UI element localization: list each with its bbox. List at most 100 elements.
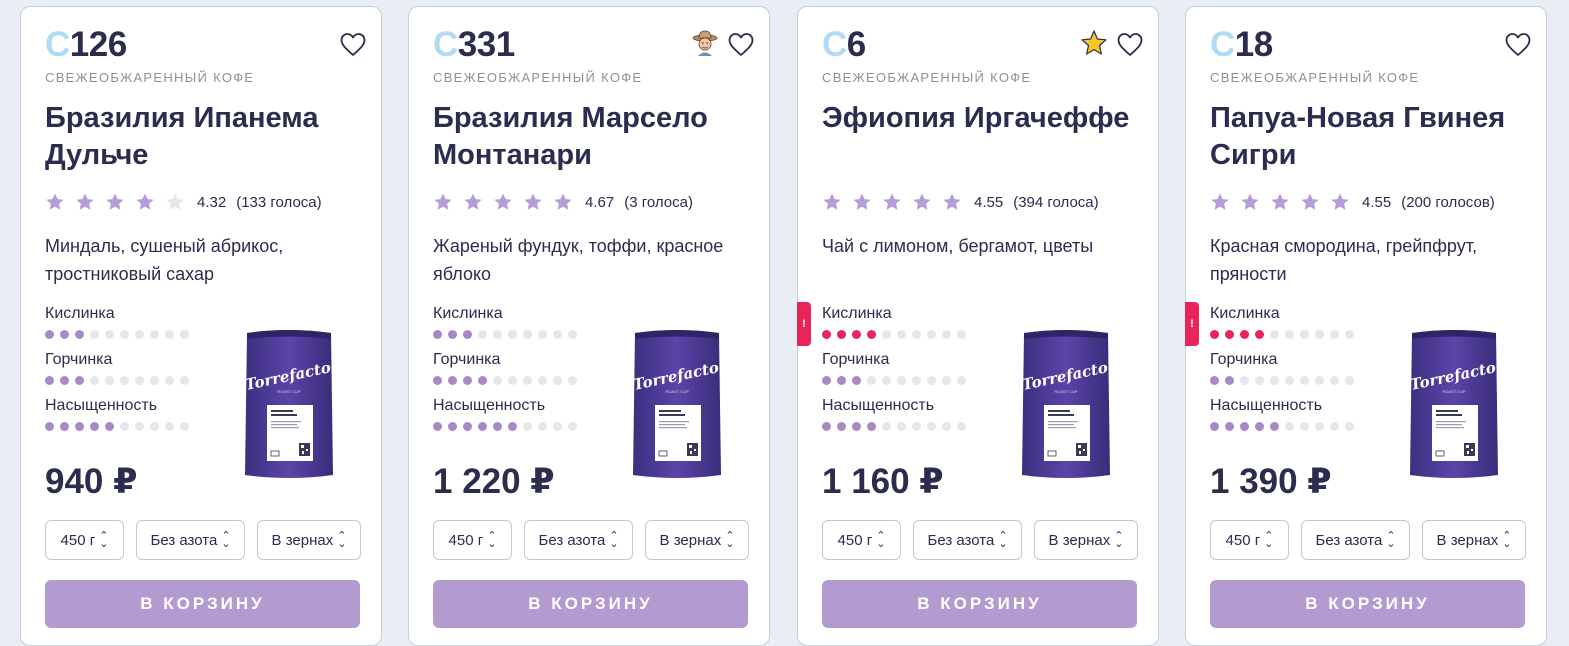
- level-dot: [538, 376, 547, 385]
- rating-votes: (133 голоса): [236, 193, 322, 211]
- add-to-cart-button[interactable]: В КОРЗИНУ: [45, 580, 360, 628]
- taste-profile: Кислинка Горчинка Насыщенность: [433, 304, 613, 442]
- grind-select[interactable]: В зернах ⌃ ⌄: [1422, 520, 1526, 560]
- level-dot: [105, 330, 114, 339]
- product-title[interactable]: Бразилия Ипанема Дульче: [45, 100, 355, 174]
- level-dot: [493, 330, 502, 339]
- heart-icon[interactable]: [1504, 31, 1532, 59]
- product-category: СВЕЖЕОБЖАРЕННЫЙ КОФЕ: [822, 70, 1032, 85]
- product-card[interactable]: С331 СВЕЖЕОБЖАРЕННЫЙ КОФЕ Бразилия Марсе…: [408, 6, 770, 646]
- nitro-select[interactable]: Без азота ⌃ ⌄: [913, 520, 1022, 560]
- product-card[interactable]: С126 СВЕЖЕОБЖАРЕННЫЙ КОФЕ Бразилия Ипане…: [20, 6, 382, 646]
- level-dot: [45, 330, 54, 339]
- chevron-updown-icon: ⌃ ⌄: [876, 530, 886, 550]
- param-label: Насыщенность: [1210, 397, 1323, 414]
- rating-votes: (394 голоса): [1013, 193, 1099, 211]
- level-dot: [1240, 330, 1249, 339]
- product-image[interactable]: Torrefacto ROAST CUP: [1406, 325, 1502, 483]
- level-dot: [463, 330, 472, 339]
- level-dot: [568, 422, 577, 431]
- acidity-warning-icon[interactable]: !: [1185, 302, 1199, 346]
- product-title[interactable]: Эфиопия Иргачеффе: [822, 100, 1132, 137]
- level-dot: [523, 422, 532, 431]
- chevron-updown-icon: ⌃ ⌄: [1264, 530, 1274, 550]
- chevron-updown-icon: ⌃ ⌄: [998, 530, 1008, 550]
- rating-value: 4.67: [585, 193, 615, 211]
- add-to-cart-button[interactable]: В КОРЗИНУ: [822, 580, 1137, 628]
- rating-star-icon: [823, 193, 841, 210]
- param-label: Кислинка: [45, 305, 115, 322]
- product-card[interactable]: С6 СВЕЖЕОБЖАРЕННЫЙ КОФЕ Эфиопия Иргачефф…: [797, 6, 1159, 646]
- weight-select[interactable]: 450 г ⌃ ⌄: [45, 520, 124, 560]
- level-dot: [120, 376, 129, 385]
- rating-star-icon: [434, 193, 452, 210]
- product-image[interactable]: Torrefacto ROAST CUP: [241, 325, 337, 483]
- level-dot: [165, 376, 174, 385]
- rating-votes: (200 голосов): [1401, 193, 1495, 211]
- level-dot: [553, 376, 562, 385]
- flavor-description: Жареный фундук, тоффи, красное яблоко: [433, 236, 724, 284]
- rating-star-icon: [464, 193, 482, 210]
- level-dot: [1300, 376, 1309, 385]
- coffee-bag-image: Torrefacto ROAST CUP: [1409, 330, 1498, 478]
- param-label: Кислинка: [822, 305, 892, 322]
- svg-text:ROAST CUP: ROAST CUP: [277, 389, 301, 394]
- rating: 4.55 (200 голосов): [1210, 192, 1495, 212]
- param-1: Горчинка: [822, 350, 1002, 396]
- param-2: Насыщенность: [822, 396, 1002, 442]
- level-dot: [1330, 330, 1339, 339]
- add-to-cart-button[interactable]: В КОРЗИНУ: [1210, 580, 1525, 628]
- chevron-updown-icon: ⌃ ⌄: [337, 530, 347, 550]
- level-dot: [1270, 330, 1279, 339]
- level-dot: [852, 330, 861, 339]
- param-label: Горчинка: [822, 351, 890, 368]
- level-dot: [180, 330, 189, 339]
- price: 1 220 ₽: [433, 462, 555, 501]
- nitro-select[interactable]: Без азота ⌃ ⌄: [136, 520, 245, 560]
- level-dot: [1315, 376, 1324, 385]
- product-title[interactable]: Бразилия Марсело Монтанари: [433, 100, 743, 174]
- level-dot: [523, 376, 532, 385]
- level-dot: [1315, 422, 1324, 431]
- heart-icon[interactable]: [339, 31, 367, 59]
- param-label: Кислинка: [1210, 305, 1280, 322]
- param-0: Кислинка: [1210, 304, 1390, 350]
- product-image[interactable]: Torrefacto ROAST CUP: [1018, 325, 1114, 483]
- level-dot: [433, 422, 442, 431]
- level-dot: [135, 330, 144, 339]
- weight-select[interactable]: 450 г ⌃ ⌄: [822, 520, 901, 560]
- weight-select[interactable]: 450 г ⌃ ⌄: [433, 520, 512, 560]
- nitro-select[interactable]: Без азота ⌃ ⌄: [524, 520, 633, 560]
- heart-icon[interactable]: [727, 31, 755, 59]
- chevron-updown-icon: ⌃ ⌄: [221, 530, 231, 550]
- acidity-warning-icon[interactable]: !: [797, 302, 811, 346]
- level-dot: [463, 422, 472, 431]
- level-dot: [1210, 422, 1219, 431]
- grind-select[interactable]: В зернах ⌃ ⌄: [257, 520, 361, 560]
- flavor-description: Чай с лимоном, бергамот, цветы: [822, 236, 1094, 256]
- product-card[interactable]: С18 СВЕЖЕОБЖАРЕННЫЙ КОФЕ Папуа-Новая Гви…: [1185, 6, 1547, 646]
- grind-select[interactable]: В зернах ⌃ ⌄: [645, 520, 749, 560]
- level-dot: [1255, 330, 1264, 339]
- heart-icon[interactable]: [1116, 31, 1144, 59]
- weight-select[interactable]: 450 г ⌃ ⌄: [1210, 520, 1289, 560]
- nitro-select[interactable]: Без азота ⌃ ⌄: [1301, 520, 1410, 560]
- level-dot: [150, 376, 159, 385]
- rating-star-icon: [1301, 193, 1319, 210]
- level-dot: [897, 422, 906, 431]
- add-to-cart-button[interactable]: В КОРЗИНУ: [433, 580, 748, 628]
- grind-select[interactable]: В зернах ⌃ ⌄: [1034, 520, 1138, 560]
- product-title[interactable]: Папуа-Новая Гвинея Сигри: [1210, 100, 1520, 174]
- level-dot: [45, 422, 54, 431]
- level-dot: [75, 330, 84, 339]
- level-dot: [508, 376, 517, 385]
- param-level: [822, 422, 1002, 431]
- level-dot: [433, 330, 442, 339]
- level-dot: [448, 330, 457, 339]
- rating-star-icon: [106, 193, 124, 210]
- product-category: СВЕЖЕОБЖАРЕННЫЙ КОФЕ: [433, 70, 643, 85]
- param-label: Кислинка: [433, 305, 503, 322]
- param-level: [1210, 422, 1390, 431]
- product-image[interactable]: Torrefacto ROAST CUP: [629, 325, 725, 483]
- product-code: С18: [1210, 25, 1273, 64]
